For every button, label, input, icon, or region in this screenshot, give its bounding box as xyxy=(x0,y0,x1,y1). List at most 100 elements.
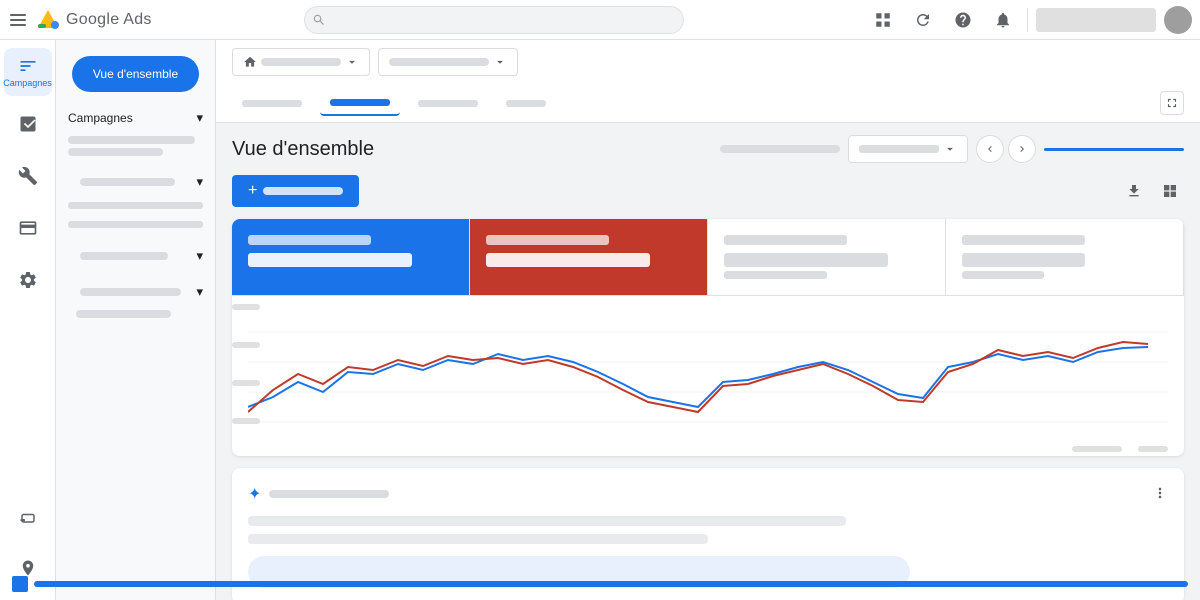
panel-footer xyxy=(56,568,216,600)
campaigns-label: Campagnes xyxy=(68,111,133,125)
ai-more-button[interactable] xyxy=(1152,485,1168,504)
add-btn-label xyxy=(263,187,343,195)
sidebar-item-goals[interactable] xyxy=(4,100,52,148)
panel-item-bar-1 xyxy=(68,202,203,209)
stat-card-2[interactable] xyxy=(470,219,708,295)
y-label-4 xyxy=(232,418,260,424)
pager-prev[interactable] xyxy=(976,135,1004,163)
stat-card-4[interactable] xyxy=(946,219,1184,295)
sub-tab-3[interactable] xyxy=(408,90,488,116)
menu-button[interactable] xyxy=(8,10,28,30)
panel-item-2[interactable] xyxy=(56,215,215,234)
line-chart xyxy=(248,312,1168,452)
sub-tab-bar-2 xyxy=(330,99,390,106)
panel-header-bar-4 xyxy=(80,288,181,296)
sidebar-bell-icon xyxy=(18,506,38,526)
stat-card-3[interactable] xyxy=(708,219,946,295)
filter-label xyxy=(389,58,489,66)
header-divider xyxy=(1027,8,1028,32)
add-plus-icon: + xyxy=(248,182,257,200)
date-range-label xyxy=(261,58,341,66)
campaigns-header[interactable]: Campagnes ▾ xyxy=(56,104,215,132)
overview-label: Vue d'ensemble xyxy=(93,67,178,81)
user-avatar[interactable] xyxy=(1164,6,1192,34)
date-range-dropdown[interactable] xyxy=(232,48,370,76)
panel-section-3: ▾ xyxy=(56,238,215,274)
download-icon xyxy=(1126,183,1142,199)
help-icon xyxy=(954,11,972,29)
pager-next[interactable] xyxy=(1008,135,1036,163)
action-icons xyxy=(1120,177,1184,205)
filter-dropdown[interactable] xyxy=(378,48,518,76)
chart-container xyxy=(232,296,1184,456)
sub-tab-2[interactable] xyxy=(320,90,400,116)
panel-section-3-header[interactable]: ▾ xyxy=(56,242,215,270)
panel-section-4-header[interactable]: ▾ xyxy=(56,278,215,306)
expand-icon[interactable] xyxy=(1160,91,1184,115)
panel-bar-2 xyxy=(68,148,163,156)
notifications-button[interactable] xyxy=(987,4,1019,36)
campaigns-section: Campagnes ▾ xyxy=(56,100,215,164)
pager xyxy=(976,135,1036,163)
grid-icon xyxy=(874,11,892,29)
sidebar-item-campaigns[interactable]: Campagnes xyxy=(4,48,52,96)
download-button[interactable] xyxy=(1120,177,1148,205)
dropdown-arrow-icon xyxy=(345,55,359,69)
search-input[interactable] xyxy=(304,6,684,34)
action-row: + xyxy=(232,175,1184,207)
sub-tab-bar-3 xyxy=(418,100,478,107)
chart-red-line xyxy=(248,342,1148,412)
period-bar xyxy=(859,145,939,153)
period-selector[interactable] xyxy=(848,135,968,163)
add-campaign-button[interactable]: + xyxy=(232,175,359,207)
panel-item-bar-2 xyxy=(68,221,203,228)
left-panel: Vue d'ensemble Campagnes ▾ ▾ xyxy=(56,40,216,600)
campaigns-icon xyxy=(18,56,38,76)
ai-title xyxy=(269,490,389,498)
page-title-row: Vue d'ensemble xyxy=(232,135,1184,163)
panel-section-2-header[interactable]: ▾ xyxy=(56,168,215,196)
google-ads-logo-icon xyxy=(36,8,60,32)
logo: Google Ads xyxy=(36,8,152,32)
stat-card-1[interactable] xyxy=(232,219,470,295)
y-label-3 xyxy=(232,380,260,386)
sub-tab-bar-1 xyxy=(242,100,302,107)
refresh-button[interactable] xyxy=(907,4,939,36)
stat-card-4-sub xyxy=(962,271,1044,279)
help-button[interactable] xyxy=(947,4,979,36)
sidebar-item-billing[interactable] xyxy=(4,204,52,252)
panel-chevron-2: ▾ xyxy=(196,174,203,190)
sub-tab-bar-4 xyxy=(506,100,546,107)
ai-content-line-2 xyxy=(248,534,708,544)
account-selector[interactable] xyxy=(1036,8,1156,32)
main-layout: Campagnes xyxy=(0,40,1200,600)
main-content: Vue d'ensemble xyxy=(216,40,1200,600)
stat-card-3-value xyxy=(724,253,888,267)
title-metric-bar xyxy=(720,145,840,153)
grid-view-button[interactable] xyxy=(867,4,899,36)
panel-item-1[interactable] xyxy=(56,196,215,215)
sub-tab-1[interactable] xyxy=(232,90,312,116)
sidebar-item-notifications[interactable] xyxy=(4,492,52,540)
sub-tab-4[interactable] xyxy=(496,90,556,116)
header-left: Google Ads xyxy=(8,8,208,32)
y-label-1 xyxy=(232,304,260,310)
y-axis-labels xyxy=(232,304,260,424)
bell-icon xyxy=(994,11,1012,29)
main-toolbar xyxy=(232,40,1184,84)
blue-underline-bar xyxy=(1044,148,1184,151)
legend-label xyxy=(1072,446,1122,452)
ai-more-icon xyxy=(1152,485,1168,501)
legend-label-2 xyxy=(1138,446,1168,452)
chart-legend xyxy=(1072,446,1168,452)
sidebar-item-tools[interactable] xyxy=(4,152,52,200)
stats-cards xyxy=(232,219,1184,296)
stat-card-2-value xyxy=(486,253,650,267)
sidebar-item-settings[interactable] xyxy=(4,256,52,304)
stats-section xyxy=(232,219,1184,456)
layout-button[interactable] xyxy=(1156,177,1184,205)
sidebar: Campagnes xyxy=(0,40,56,600)
search-bar[interactable] xyxy=(304,6,684,34)
chevron-left-icon xyxy=(984,143,996,155)
vue-densemble-btn[interactable]: Vue d'ensemble xyxy=(72,56,199,92)
